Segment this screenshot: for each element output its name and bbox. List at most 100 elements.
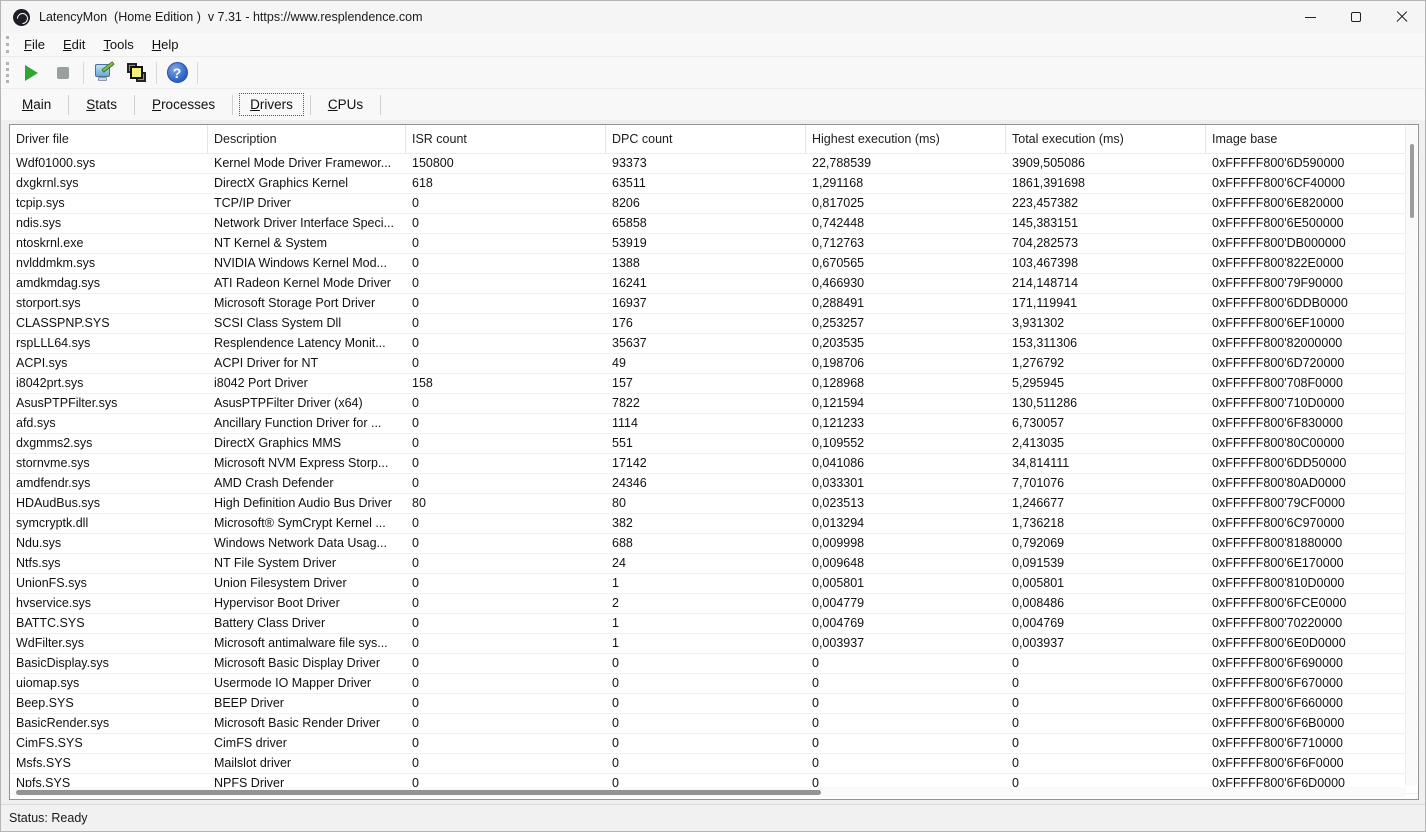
table-cell: 0 bbox=[406, 534, 606, 553]
column-header[interactable]: Image base bbox=[1206, 125, 1418, 153]
table-cell: 0 bbox=[406, 554, 606, 573]
table-cell: 0xFFFFF800'710D0000 bbox=[1206, 394, 1418, 413]
table-cell: 16241 bbox=[606, 274, 806, 293]
toolbar-separator bbox=[197, 62, 198, 84]
tab-cpus[interactable]: CPUs bbox=[317, 93, 374, 116]
table-row[interactable]: ntoskrnl.exeNT Kernel & System0539190,71… bbox=[10, 234, 1418, 254]
table-row[interactable]: BasicRender.sysMicrosoft Basic Render Dr… bbox=[10, 714, 1418, 734]
table-row[interactable]: BasicDisplay.sysMicrosoft Basic Display … bbox=[10, 654, 1418, 674]
table-cell: AsusPTPFilter Driver (x64) bbox=[208, 394, 406, 413]
table-cell: storport.sys bbox=[10, 294, 208, 313]
column-header[interactable]: Driver file bbox=[10, 125, 208, 153]
horizontal-scrollbar-thumb[interactable] bbox=[16, 790, 821, 795]
vertical-scrollbar[interactable] bbox=[1405, 126, 1417, 786]
table-cell: 1 bbox=[606, 574, 806, 593]
table-cell: AsusPTPFilter.sys bbox=[10, 394, 208, 413]
table-cell: Microsoft Basic Display Driver bbox=[208, 654, 406, 673]
horizontal-scrollbar[interactable] bbox=[11, 787, 1406, 797]
stop-monitor-icon bbox=[57, 67, 69, 79]
help-button[interactable]: ? bbox=[162, 60, 192, 86]
table-cell: 3909,505086 bbox=[1006, 154, 1206, 173]
table-cell: 0 bbox=[406, 234, 606, 253]
table-cell: 618 bbox=[406, 174, 606, 193]
table-row[interactable]: ACPI.sysACPI Driver for NT0490,1987061,2… bbox=[10, 354, 1418, 374]
table-row[interactable]: WdFilter.sysMicrosoft antimalware file s… bbox=[10, 634, 1418, 654]
table-cell: 0 bbox=[406, 754, 606, 773]
maximize-button[interactable] bbox=[1333, 1, 1379, 33]
table-cell: WdFilter.sys bbox=[10, 634, 208, 653]
table-row[interactable]: symcryptk.dllMicrosoft® SymCrypt Kernel … bbox=[10, 514, 1418, 534]
table-row[interactable]: storport.sysMicrosoft Storage Port Drive… bbox=[10, 294, 1418, 314]
table-row[interactable]: rspLLL64.sysResplendence Latency Monit..… bbox=[10, 334, 1418, 354]
minimize-button[interactable] bbox=[1287, 1, 1333, 33]
table-row[interactable]: ndis.sysNetwork Driver Interface Speci..… bbox=[10, 214, 1418, 234]
toolbar-grip[interactable] bbox=[6, 62, 9, 84]
table-cell: 0xFFFFF800'6E820000 bbox=[1206, 194, 1418, 213]
table-cell: 0 bbox=[406, 674, 606, 693]
table-row[interactable]: Beep.SYSBEEP Driver00000xFFFFF800'6F6600… bbox=[10, 694, 1418, 714]
table-row[interactable]: Ntfs.sysNT File System Driver0240,009648… bbox=[10, 554, 1418, 574]
table-row[interactable]: UnionFS.sysUnion Filesystem Driver010,00… bbox=[10, 574, 1418, 594]
toolbar: ? bbox=[1, 57, 1425, 89]
table-cell: Ntfs.sys bbox=[10, 554, 208, 573]
table-row[interactable]: Wdf01000.sysKernel Mode Driver Framewor.… bbox=[10, 154, 1418, 174]
menu-item-edit[interactable]: Edit bbox=[54, 35, 94, 54]
table-cell: uiomap.sys bbox=[10, 674, 208, 693]
table-row[interactable]: CimFS.SYSCimFS driver00000xFFFFF800'6F71… bbox=[10, 734, 1418, 754]
options-button[interactable] bbox=[89, 60, 119, 86]
table-row[interactable]: uiomap.sysUsermode IO Mapper Driver00000… bbox=[10, 674, 1418, 694]
table-row[interactable]: dxgmms2.sysDirectX Graphics MMS05510,109… bbox=[10, 434, 1418, 454]
table-cell: 0xFFFFF800'6E500000 bbox=[1206, 214, 1418, 233]
table-row[interactable]: tcpip.sysTCP/IP Driver082060,817025223,4… bbox=[10, 194, 1418, 214]
vertical-scrollbar-thumb[interactable] bbox=[1410, 144, 1414, 218]
close-button[interactable] bbox=[1379, 1, 1425, 33]
menu-item-tools[interactable]: Tools bbox=[94, 35, 142, 54]
table-cell: Union Filesystem Driver bbox=[208, 574, 406, 593]
table-row[interactable]: AsusPTPFilter.sysAsusPTPFilter Driver (x… bbox=[10, 394, 1418, 414]
table-cell: Ndu.sys bbox=[10, 534, 208, 553]
stop-monitor-button[interactable] bbox=[48, 60, 78, 86]
start-monitor-button[interactable] bbox=[16, 60, 46, 86]
table-row[interactable]: amdkmdag.sysATI Radeon Kernel Mode Drive… bbox=[10, 274, 1418, 294]
table-cell: 0,203535 bbox=[806, 334, 1006, 353]
table-row[interactable]: dxgkrnl.sysDirectX Graphics Kernel618635… bbox=[10, 174, 1418, 194]
table-cell: dxgmms2.sys bbox=[10, 434, 208, 453]
table-row[interactable]: hvservice.sysHypervisor Boot Driver020,0… bbox=[10, 594, 1418, 614]
column-header[interactable]: Description bbox=[208, 125, 406, 153]
table-cell: 0 bbox=[406, 394, 606, 413]
report-button[interactable] bbox=[121, 60, 151, 86]
tab-separator bbox=[380, 95, 381, 115]
menu-item-help[interactable]: Help bbox=[143, 35, 188, 54]
tab-processes[interactable]: Processes bbox=[141, 93, 226, 116]
table-cell: 0,004769 bbox=[1006, 614, 1206, 633]
table-cell: 551 bbox=[606, 434, 806, 453]
table-cell: 0 bbox=[606, 714, 806, 733]
menu-item-file[interactable]: File bbox=[15, 35, 54, 54]
table-cell: 0xFFFFF800'6DD50000 bbox=[1206, 454, 1418, 473]
table-cell: 0,712763 bbox=[806, 234, 1006, 253]
table-row[interactable]: CLASSPNP.SYSSCSI Class System Dll01760,2… bbox=[10, 314, 1418, 334]
tab-drivers[interactable]: Drivers bbox=[239, 93, 304, 116]
column-header[interactable]: ISR count bbox=[406, 125, 606, 153]
table-row[interactable]: nvlddmkm.sysNVIDIA Windows Kernel Mod...… bbox=[10, 254, 1418, 274]
menubar-grip[interactable] bbox=[6, 36, 9, 52]
table-row[interactable]: Msfs.SYSMailslot driver00000xFFFFF800'6F… bbox=[10, 754, 1418, 774]
tab-stats[interactable]: Stats bbox=[75, 93, 128, 116]
table-row[interactable]: i8042prt.sysi8042 Port Driver1581570,128… bbox=[10, 374, 1418, 394]
table-cell: 214,148714 bbox=[1006, 274, 1206, 293]
table-row[interactable]: Ndu.sysWindows Network Data Usag...06880… bbox=[10, 534, 1418, 554]
title-bar: LatencyMon (Home Edition ) v 7.31 - http… bbox=[1, 1, 1425, 33]
table-cell: 0,009648 bbox=[806, 554, 1006, 573]
column-header[interactable]: Highest execution (ms) bbox=[806, 125, 1006, 153]
column-header[interactable]: Total execution (ms) bbox=[1006, 125, 1206, 153]
table-row[interactable]: afd.sysAncillary Function Driver for ...… bbox=[10, 414, 1418, 434]
table-cell: AMD Crash Defender bbox=[208, 474, 406, 493]
table-row[interactable]: BATTC.SYSBattery Class Driver010,0047690… bbox=[10, 614, 1418, 634]
table-row[interactable]: amdfendr.sysAMD Crash Defender0243460,03… bbox=[10, 474, 1418, 494]
column-header[interactable]: DPC count bbox=[606, 125, 806, 153]
table-row[interactable]: stornvme.sysMicrosoft NVM Express Storp.… bbox=[10, 454, 1418, 474]
table-cell: 145,383151 bbox=[1006, 214, 1206, 233]
table-row[interactable]: HDAudBus.sysHigh Definition Audio Bus Dr… bbox=[10, 494, 1418, 514]
table-cell: 0 bbox=[1006, 654, 1206, 673]
tab-main[interactable]: Main bbox=[11, 93, 62, 116]
